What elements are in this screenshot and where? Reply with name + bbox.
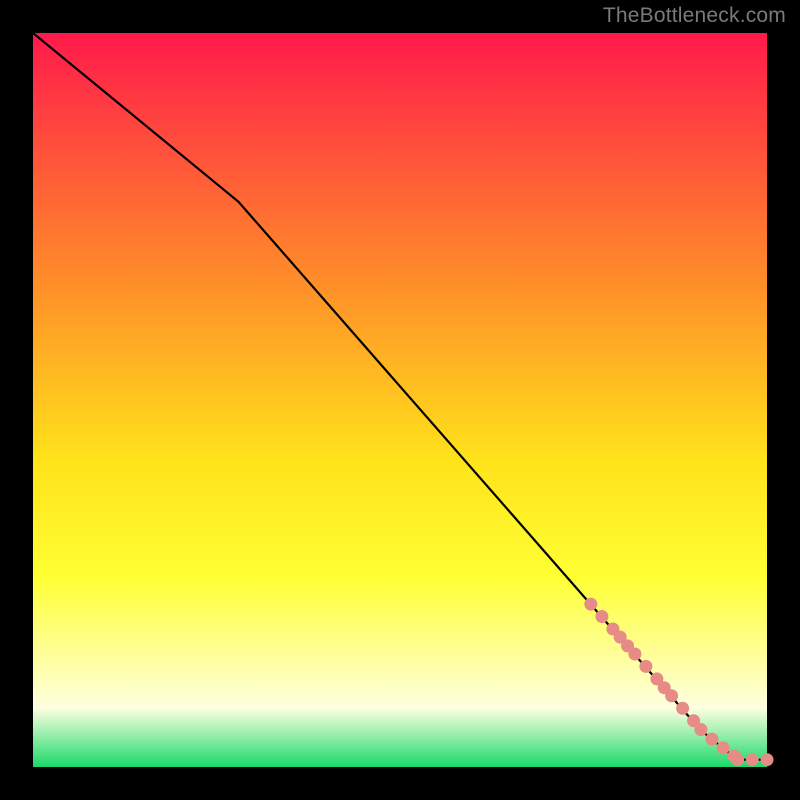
marker-dot xyxy=(639,660,652,673)
chart-frame: { "watermark": "TheBottleneck.com", "pal… xyxy=(0,0,800,800)
marker-dot xyxy=(761,753,774,766)
marker-dot xyxy=(676,702,689,715)
marker-dot xyxy=(746,753,759,766)
marker-dot xyxy=(628,648,641,661)
watermark-text: TheBottleneck.com xyxy=(603,4,786,28)
marker-dot xyxy=(595,610,608,623)
marker-dot xyxy=(717,741,730,754)
marker-dot xyxy=(584,598,597,611)
marker-dot xyxy=(706,733,719,746)
marker-dot xyxy=(694,723,707,736)
plot-area xyxy=(33,33,767,767)
marker-dot xyxy=(731,753,744,766)
marker-dot xyxy=(665,689,678,702)
chart-svg xyxy=(0,0,800,800)
